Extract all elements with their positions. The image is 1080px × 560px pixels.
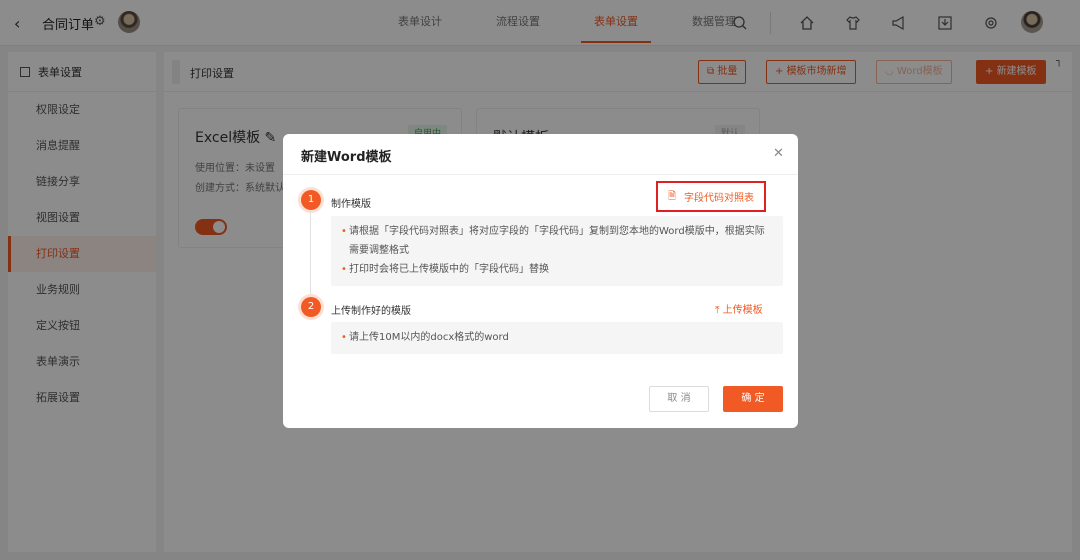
document-icon: 🗎 [668,191,677,202]
new-word-template-dialog: 新建Word模板 ✕ 1 制作模版 🗎 字段代码对照表 请根据「字段代码对照表」… [283,134,798,428]
step-1-number: 1 [301,190,321,210]
upload-icon: ⤒ [715,305,720,316]
close-icon[interactable]: ✕ [773,146,784,161]
field-code-reference-label: 字段代码对照表 [684,193,754,204]
step-1-instructions: 请根据「字段代码对照表」将对应字段的「字段代码」复制到您本地的Word模版中，根… [331,216,783,286]
step-connector [310,210,311,300]
cancel-button[interactable]: 取 消 [649,386,709,412]
step-2-instructions: 请上传10M以内的docx格式的word [331,322,783,354]
step-2-title: 上传制作好的模版 [331,306,411,317]
divider [283,174,798,175]
upload-template-link[interactable]: ⤒ 上传模板 [715,301,763,316]
dialog-title: 新建Word模板 [301,150,392,165]
step-1-bullet-2: 打印时会将已上传模版中的「字段代码」替换 [341,260,773,279]
upload-template-label: 上传模板 [722,305,763,316]
step-2-number: 2 [301,297,321,317]
step-2-bullet-1: 请上传10M以内的docx格式的word [341,328,773,347]
step-1-title: 制作模版 [331,199,371,210]
confirm-button[interactable]: 确 定 [723,386,783,412]
field-code-reference-link[interactable]: 🗎 字段代码对照表 [656,181,766,212]
step-1-bullet-1: 请根据「字段代码对照表」将对应字段的「字段代码」复制到您本地的Word模版中，根… [341,222,773,260]
